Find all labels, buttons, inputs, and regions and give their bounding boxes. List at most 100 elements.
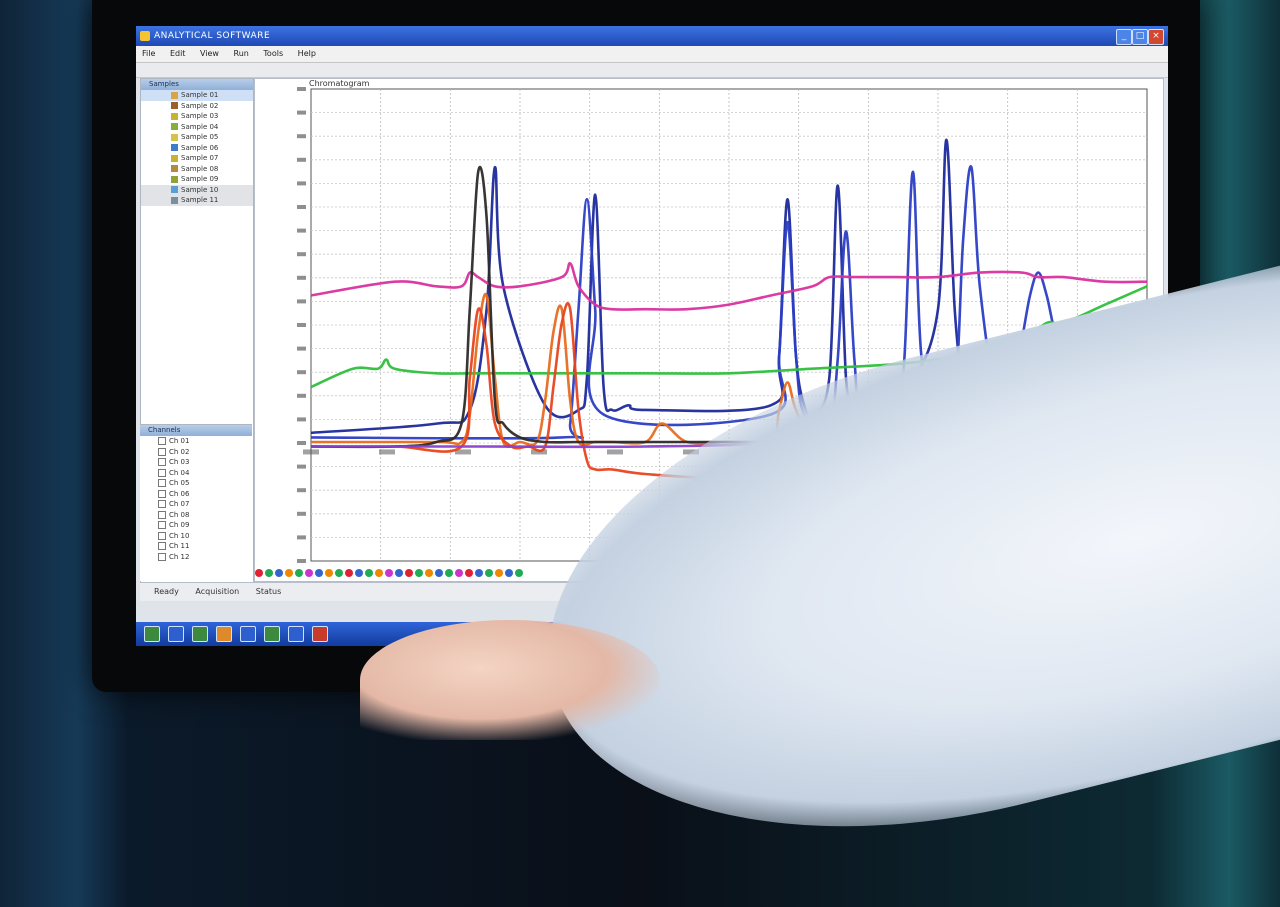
- plot-tool-button[interactable]: [385, 569, 393, 577]
- sample-color-swatch: [171, 91, 178, 99]
- sample-row[interactable]: Sample 01: [141, 90, 253, 101]
- channel-row[interactable]: Ch 09: [140, 520, 252, 531]
- plot-tool-button[interactable]: [305, 569, 313, 577]
- y-tick-mark: [297, 228, 306, 233]
- taskbar-icon[interactable]: [264, 626, 280, 642]
- status-acquisition: Acquisition: [195, 587, 240, 596]
- plot-tool-button[interactable]: [295, 569, 303, 577]
- taskbar-icon[interactable]: [144, 626, 160, 642]
- taskbar-icon[interactable]: [312, 626, 328, 642]
- sample-row[interactable]: Sample 02: [141, 101, 253, 112]
- channel-row[interactable]: Ch 07: [140, 499, 252, 510]
- sample-color-swatch: [171, 102, 178, 109]
- minimize-button[interactable]: _: [1116, 29, 1132, 45]
- taskbar-icon[interactable]: [216, 626, 232, 642]
- y-tick-mark: [297, 417, 306, 422]
- plot-tool-button[interactable]: [335, 569, 343, 577]
- plot-tool-button[interactable]: [425, 569, 433, 577]
- sample-row[interactable]: Sample 03: [141, 111, 253, 122]
- channel-row[interactable]: Ch 02: [140, 447, 252, 458]
- sample-label: Sample 04: [181, 122, 219, 131]
- title-bar[interactable]: ANALYTICAL SOFTWARE _ □ ×: [136, 26, 1168, 46]
- plot-tool-button[interactable]: [515, 569, 523, 577]
- plot-tool-button[interactable]: [355, 569, 363, 577]
- menu-view[interactable]: View: [200, 49, 219, 58]
- menu-edit[interactable]: Edit: [170, 49, 186, 58]
- channel-row[interactable]: Ch 05: [140, 478, 252, 489]
- plot-tool-button[interactable]: [445, 569, 453, 577]
- sample-row[interactable]: Sample 08: [141, 164, 253, 175]
- y-tick-mark: [297, 252, 306, 257]
- y-tick-mark: [297, 299, 306, 304]
- plot-tool-button[interactable]: [435, 569, 443, 577]
- channel-row[interactable]: Ch 10: [140, 531, 252, 542]
- sample-panel-header: Samples: [141, 79, 253, 90]
- toolbar: [136, 63, 1168, 78]
- channel-row[interactable]: Ch 04: [140, 468, 252, 479]
- sample-label: Sample 06: [181, 143, 219, 152]
- plot-tool-button[interactable]: [395, 569, 403, 577]
- plot-tool-button[interactable]: [375, 569, 383, 577]
- plot-tool-button[interactable]: [465, 569, 473, 577]
- sample-row[interactable]: Sample 11: [141, 195, 253, 206]
- channel-row[interactable]: Ch 12: [140, 552, 252, 563]
- plot-tool-button[interactable]: [255, 569, 263, 577]
- plot-tool-button[interactable]: [485, 569, 493, 577]
- sample-label: Sample 09: [181, 175, 219, 183]
- sample-label: Sample 07: [181, 154, 219, 162]
- taskbar-icon[interactable]: [168, 626, 184, 642]
- plot-tool-button[interactable]: [265, 569, 273, 577]
- sample-row[interactable]: Sample 05: [141, 132, 253, 143]
- plot-tool-button[interactable]: [365, 569, 373, 577]
- sample-label: Sample 11: [181, 196, 219, 204]
- x-tick-mark: [379, 449, 395, 455]
- plot-tool-button[interactable]: [345, 569, 353, 577]
- taskbar-icon[interactable]: [240, 626, 256, 642]
- sample-label: Sample 10: [181, 185, 219, 194]
- y-tick-mark: [297, 157, 306, 162]
- plot-tool-button[interactable]: [325, 569, 333, 577]
- y-tick-mark: [297, 464, 306, 469]
- plot-tool-button[interactable]: [285, 569, 293, 577]
- y-tick-mark: [297, 275, 306, 280]
- sample-color-swatch: [171, 165, 178, 172]
- maximize-button[interactable]: □: [1132, 29, 1148, 45]
- status-ready: Ready: [154, 587, 179, 596]
- y-tick-mark: [297, 346, 306, 351]
- plot-tool-button[interactable]: [275, 569, 283, 577]
- taskbar-icon[interactable]: [288, 626, 304, 642]
- plot-tool-button[interactable]: [415, 569, 423, 577]
- channel-row[interactable]: Ch 08: [140, 510, 252, 521]
- menu-tools[interactable]: Tools: [263, 49, 283, 58]
- status-state: Status: [255, 587, 282, 596]
- x-tick-mark: [607, 449, 623, 455]
- y-tick-mark: [297, 370, 306, 375]
- sample-color-swatch: [171, 186, 178, 193]
- sample-row[interactable]: Sample 07: [141, 153, 253, 164]
- plot-tool-button[interactable]: [475, 569, 483, 577]
- channel-row[interactable]: Ch 11: [140, 541, 252, 552]
- channel-row[interactable]: Ch 01: [140, 436, 252, 447]
- sample-row[interactable]: Sample 09: [141, 174, 253, 185]
- y-tick-mark: [297, 110, 306, 115]
- menu-help[interactable]: Help: [298, 49, 316, 58]
- y-tick-mark: [297, 393, 306, 398]
- sample-label: Sample 03: [181, 112, 219, 120]
- menu-run[interactable]: Run: [234, 49, 249, 58]
- y-tick-mark: [297, 511, 306, 516]
- plot-tool-button[interactable]: [505, 569, 513, 577]
- channel-row[interactable]: Ch 06: [140, 489, 252, 500]
- sample-row[interactable]: Sample 04: [141, 122, 253, 133]
- x-tick-mark: [303, 449, 319, 455]
- sample-row[interactable]: Sample 06: [141, 143, 253, 154]
- plot-tool-button[interactable]: [495, 569, 503, 577]
- taskbar-icon[interactable]: [192, 626, 208, 642]
- channel-row[interactable]: Ch 03: [140, 457, 252, 468]
- close-button[interactable]: ×: [1148, 29, 1164, 45]
- menu-file[interactable]: File: [142, 49, 155, 58]
- sample-row[interactable]: Sample 10: [141, 184, 253, 195]
- plot-tool-button[interactable]: [405, 569, 413, 577]
- plot-tool-button[interactable]: [455, 569, 463, 577]
- sample-color-swatch: [171, 123, 178, 130]
- plot-tool-button[interactable]: [315, 569, 323, 577]
